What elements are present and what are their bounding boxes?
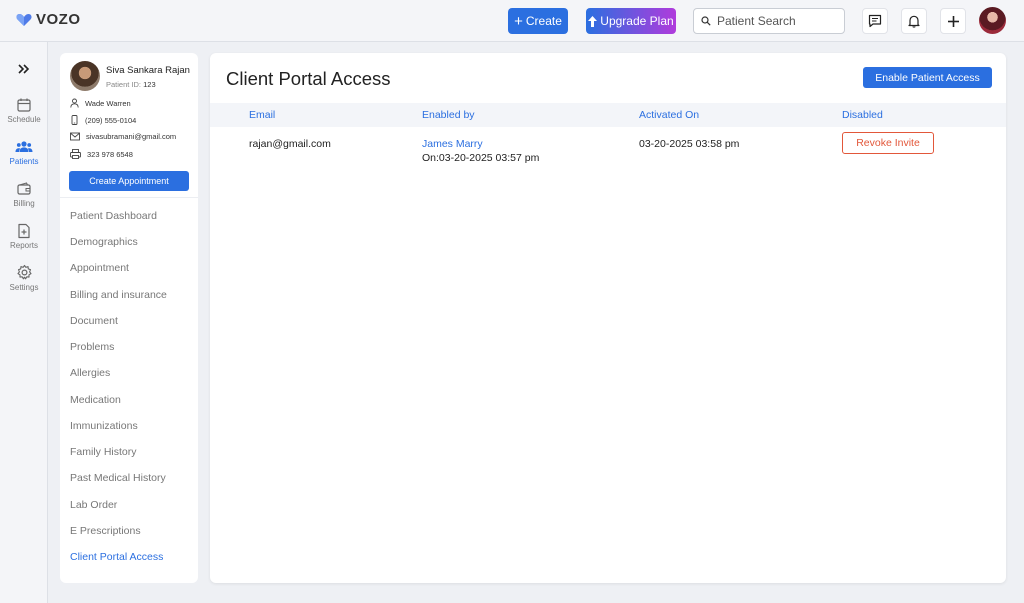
rail-item-reports[interactable]: Reports <box>0 223 48 250</box>
notifications-button[interactable] <box>901 8 927 34</box>
menu-item-immunizations[interactable]: Immunizations <box>70 420 138 432</box>
rail-label: Settings <box>9 283 39 292</box>
user-avatar[interactable] <box>979 7 1006 34</box>
bell-icon <box>908 15 920 28</box>
column-header-email[interactable]: Email <box>249 109 275 121</box>
sidebar-divider <box>60 197 198 198</box>
menu-item-demographics[interactable]: Demographics <box>70 236 138 248</box>
users-icon <box>15 141 33 152</box>
gear-icon <box>16 264 32 280</box>
menu-item-lab-order[interactable]: Lab Order <box>70 499 117 511</box>
enable-patient-access-button[interactable]: Enable Patient Access <box>863 67 992 88</box>
patient-id: Patient ID: 123 <box>106 80 156 89</box>
rail-item-schedule[interactable]: Schedule <box>0 97 48 124</box>
menu-item-e-prescriptions[interactable]: E Prescriptions <box>70 525 141 537</box>
menu-item-family-history[interactable]: Family History <box>70 446 137 458</box>
menu-item-client-portal-access[interactable]: Client Portal Access <box>70 551 163 563</box>
menu-item-allergies[interactable]: Allergies <box>70 367 110 379</box>
expand-rail-button[interactable] <box>15 61 33 77</box>
table-header: Email Enabled by Activated On Disabled <box>210 103 1006 127</box>
menu-item-patient-dashboard[interactable]: Patient Dashboard <box>70 210 157 222</box>
rail-item-patients[interactable]: Patients <box>0 139 48 166</box>
mail-icon <box>70 132 80 141</box>
message-icon <box>868 14 882 28</box>
menu-item-medication[interactable]: Medication <box>70 394 121 406</box>
row-activated-on: 03-20-2025 03:58 pm <box>639 138 740 150</box>
patient-email-row: sivasubramani@gmail.com <box>70 132 176 141</box>
revoke-invite-button[interactable]: Revoke Invite <box>842 132 934 154</box>
upgrade-label: Upgrade Plan <box>600 14 674 28</box>
patient-fax-row: 323 978 6548 <box>70 149 133 159</box>
column-header-disabled[interactable]: Disabled <box>842 109 883 121</box>
patient-id-value: 123 <box>143 80 156 89</box>
patient-search[interactable] <box>693 8 845 34</box>
patient-search-input[interactable] <box>717 14 837 28</box>
rail-item-billing[interactable]: Billing <box>0 181 48 208</box>
left-rail: Schedule Patients Billing Reports Settin… <box>0 42 48 603</box>
add-button[interactable] <box>940 8 966 34</box>
person-icon <box>70 98 79 108</box>
messages-button[interactable] <box>862 8 888 34</box>
fax-icon <box>70 149 81 159</box>
report-icon <box>18 223 30 239</box>
page-title: Client Portal Access <box>226 68 391 89</box>
rail-label: Patients <box>9 157 39 166</box>
menu-item-problems[interactable]: Problems <box>70 341 114 353</box>
double-chevron-right-icon <box>18 64 30 74</box>
menu-item-billing-and-insurance[interactable]: Billing and insurance <box>70 289 167 301</box>
rail-label: Reports <box>9 241 38 250</box>
rail-label: Schedule <box>7 115 41 124</box>
logo-text: VOZO <box>36 11 81 28</box>
arrow-up-icon <box>588 15 598 27</box>
patient-avatar <box>70 61 100 91</box>
menu-item-past-medical-history[interactable]: Past Medical History <box>70 472 166 484</box>
search-icon <box>701 16 711 26</box>
main-content: Client Portal Access Enable Patient Acce… <box>210 53 1006 583</box>
patient-contact-row: Wade Warren <box>70 98 131 108</box>
patient-phone: (209) 555-0104 <box>85 115 137 125</box>
mobile-phone-icon <box>71 115 78 125</box>
plus-icon <box>947 15 959 27</box>
wallet-icon <box>17 182 31 195</box>
create-label: Create <box>525 14 562 28</box>
menu-item-document[interactable]: Document <box>70 315 118 327</box>
patient-email: sivasubramani@gmail.com <box>86 132 177 141</box>
top-bar: VOZO + Create Upgrade Plan <box>0 0 1024 42</box>
create-button[interactable]: + Create <box>508 8 568 34</box>
patient-id-label: Patient ID: <box>106 80 142 89</box>
logo[interactable]: VOZO <box>16 11 81 28</box>
upgrade-plan-button[interactable]: Upgrade Plan <box>586 8 676 34</box>
row-enabled-by[interactable]: James Marry <box>422 138 483 150</box>
plus-icon: + <box>514 12 523 30</box>
calendar-icon <box>17 98 31 112</box>
column-header-enabled-by[interactable]: Enabled by <box>422 109 475 121</box>
row-enabled-on: On:03-20-2025 03:57 pm <box>422 152 540 164</box>
patient-phone-row: (209) 555-0104 <box>70 115 136 125</box>
column-header-activated-on[interactable]: Activated On <box>639 109 699 121</box>
patient-fax: 323 978 6548 <box>87 149 133 159</box>
patient-contact-name: Wade Warren <box>85 98 131 108</box>
patient-sidebar: Siva Sankara Rajan Patient ID: 123 Wade … <box>60 53 198 583</box>
create-appointment-button[interactable]: Create Appointment <box>69 171 189 191</box>
patient-name: Siva Sankara Rajan <box>106 65 190 76</box>
rail-item-settings[interactable]: Settings <box>0 264 48 292</box>
menu-item-appointment[interactable]: Appointment <box>70 262 129 274</box>
row-email: rajan@gmail.com <box>249 138 331 150</box>
rail-label: Billing <box>13 199 35 208</box>
heart-logo-icon <box>16 13 32 26</box>
